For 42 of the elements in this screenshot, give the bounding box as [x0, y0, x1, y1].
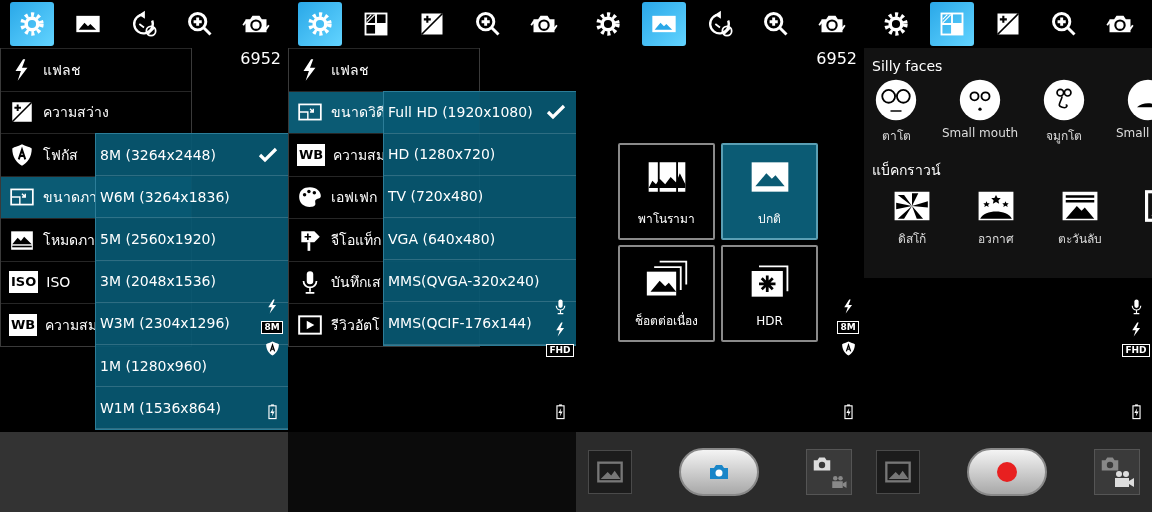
- setting-icon: ISO: [9, 271, 39, 294]
- option-label: W1M (1536x864): [100, 399, 221, 416]
- effect-label: Small mouth: [941, 126, 1019, 140]
- menu-label: รีวิวอัตโ: [331, 315, 380, 335]
- menu-label: แฟลช: [43, 60, 81, 80]
- option-label: W3M (2304x1296): [100, 315, 230, 332]
- menu-label: เอฟเฟก: [331, 188, 377, 208]
- effect-label: อวกาศ: [978, 231, 1014, 248]
- menu-label: บันทึกเส: [331, 273, 381, 293]
- effect-label: ตะวันลับ: [1058, 231, 1102, 248]
- option-label: MMS(QCIF-176x144): [388, 315, 532, 332]
- shot-counter: 6952: [816, 49, 857, 68]
- section-title: แบ็คกราวน์: [871, 160, 942, 180]
- section-title: Silly faces: [871, 58, 944, 74]
- option-label: 3M (2048x1536): [100, 273, 216, 290]
- effect-label: ดิสโก้: [898, 231, 926, 248]
- menu-label: แฟลช: [331, 60, 369, 80]
- menu-label: ความสว่าง: [43, 103, 109, 123]
- option-label: 1M (1280x960): [100, 357, 207, 374]
- menu-label: ขนาดภา: [43, 188, 97, 208]
- option-label: W6M (3264x1836): [100, 188, 230, 205]
- menu-label: ISO: [46, 274, 71, 291]
- setting-icon: WB: [9, 313, 38, 336]
- setting-icon: WB: [297, 143, 326, 166]
- menu-label: จีโอแท็ก: [331, 230, 381, 250]
- effect-label: Small: [1116, 126, 1150, 140]
- effect-label: ตาโต: [881, 128, 911, 145]
- shot-counter: 6952: [240, 49, 281, 68]
- option-label: VGA (640x480): [388, 230, 496, 247]
- option-label: HD (1280x720): [388, 146, 496, 163]
- effect-label: จมูกโต: [1046, 128, 1082, 145]
- option-label: 8M (3264x2448): [100, 146, 216, 163]
- resolution-icon: FHD: [1122, 344, 1150, 357]
- option-label: 5M (2560x1920): [100, 230, 216, 247]
- menu-label: โหมดภา: [43, 230, 95, 250]
- option-label: TV (720x480): [388, 188, 484, 205]
- resolution-icon: FHD: [546, 344, 574, 357]
- menu-label: โฟกัส: [43, 145, 78, 165]
- option-label: Full HD (1920x1080): [388, 104, 533, 121]
- option-label: MMS(QVGA-320x240): [388, 272, 540, 289]
- resolution-icon: 8M: [837, 321, 859, 334]
- resolution-icon: 8M: [261, 321, 283, 334]
